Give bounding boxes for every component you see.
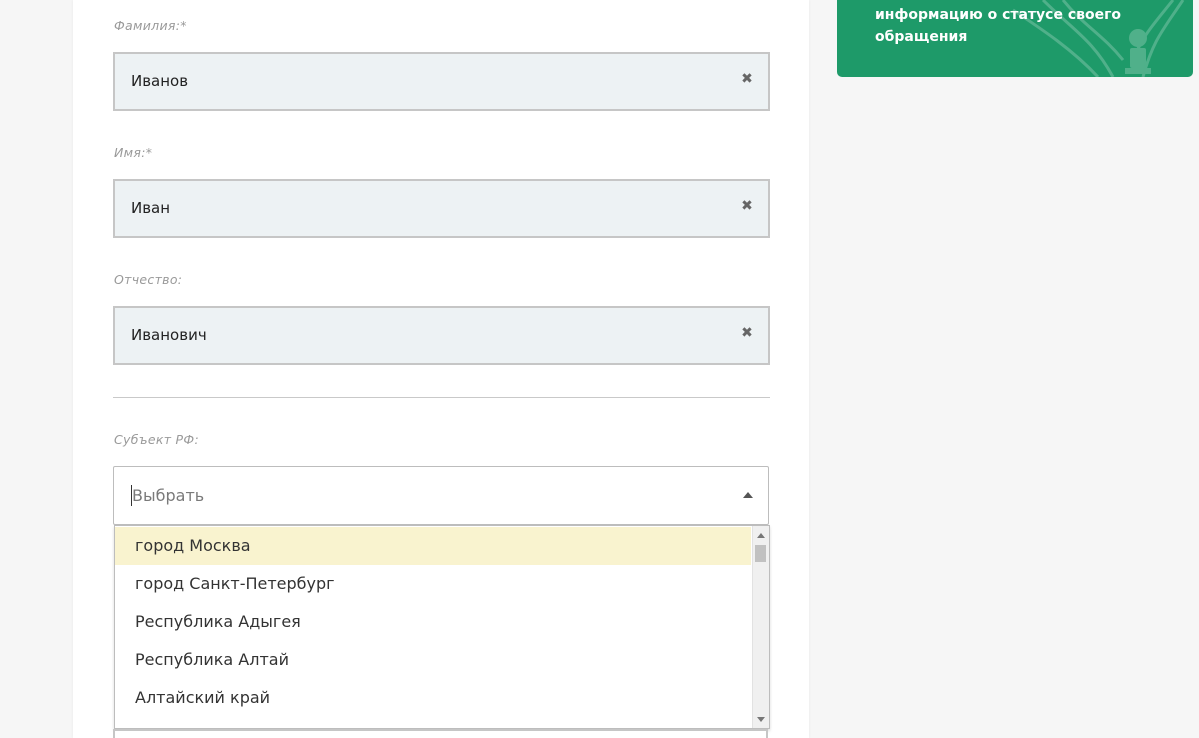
middle-name-value: Иванович <box>131 326 207 344</box>
next-field-partial[interactable] <box>113 729 768 738</box>
scroll-thumb[interactable] <box>755 545 766 562</box>
region-select-placeholder[interactable]: Выбрать <box>132 486 204 505</box>
clear-icon[interactable]: ✖ <box>740 198 754 214</box>
first-name-label: Имя:* <box>114 145 153 160</box>
middle-name-label: Отчество: <box>114 272 183 287</box>
chevron-up-icon[interactable] <box>743 492 753 498</box>
first-name-field[interactable]: Иван ✖ <box>113 179 770 238</box>
region-dropdown[interactable]: город Москва город Санкт-Петербург Респу… <box>114 525 770 729</box>
scroll-down-arrow-icon[interactable] <box>757 717 765 722</box>
dropdown-scrollbar[interactable] <box>752 526 769 728</box>
scroll-up-arrow-icon[interactable] <box>757 533 765 538</box>
section-divider <box>113 397 770 398</box>
banner-text: информацию о статусе своего обращения <box>875 7 1122 45</box>
last-name-field[interactable]: Иванов ✖ <box>113 52 770 111</box>
last-name-label: Фамилия:* <box>114 18 187 33</box>
region-option[interactable]: Алтайский край <box>115 679 751 717</box>
middle-name-field[interactable]: Иванович ✖ <box>113 306 770 365</box>
region-option[interactable]: Республика Адыгея <box>115 603 751 641</box>
info-banner: информацию о статусе своего обращения <box>837 0 1193 77</box>
clear-icon[interactable]: ✖ <box>740 325 754 341</box>
region-label: Субъект РФ: <box>114 432 199 447</box>
first-name-value: Иван <box>131 199 171 217</box>
region-option[interactable]: город Москва <box>115 527 751 565</box>
region-option[interactable]: Республика Алтай <box>115 641 751 679</box>
region-option[interactable]: город Санкт-Петербург <box>115 565 751 603</box>
region-select[interactable]: Выбрать <box>113 466 769 525</box>
last-name-value: Иванов <box>131 72 189 90</box>
clear-icon[interactable]: ✖ <box>740 71 754 87</box>
